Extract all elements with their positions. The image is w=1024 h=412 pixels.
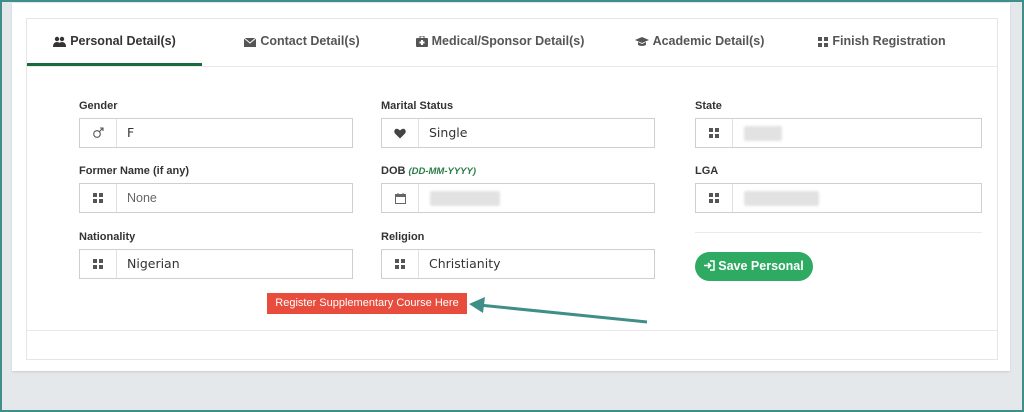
grid-icon xyxy=(80,184,117,212)
annotation-arrow xyxy=(469,297,648,324)
sign-in-icon xyxy=(704,253,716,282)
grid-icon xyxy=(80,250,117,278)
former-name-field[interactable]: None xyxy=(79,183,353,213)
redacted-dob xyxy=(430,191,500,206)
marital-status-field[interactable]: Single xyxy=(381,118,655,148)
gender-label: Gender xyxy=(79,100,118,112)
medkit-icon xyxy=(415,21,428,65)
grid-icon xyxy=(696,184,733,212)
state-label: State xyxy=(695,100,722,112)
gender-field[interactable]: F xyxy=(79,118,353,148)
former-name-value: None xyxy=(127,191,157,205)
marital-status-label: Marital Status xyxy=(381,100,454,112)
tab-label: Personal Detail(s) xyxy=(70,34,176,48)
tab-medical-sponsor-details[interactable]: Medical/Sponsor Detail(s) xyxy=(405,19,595,66)
nationality-label: Nationality xyxy=(79,231,136,243)
calendar-icon xyxy=(382,184,419,212)
religion-value: Christianity xyxy=(429,256,501,271)
nationality-value: Nigerian xyxy=(127,256,180,271)
save-personal-label: Save Personal xyxy=(718,259,804,273)
state-field[interactable] xyxy=(695,118,982,148)
grid-icon xyxy=(696,119,733,147)
lga-label: LGA xyxy=(695,165,719,177)
lga-field[interactable] xyxy=(695,183,982,213)
tab-personal-details[interactable]: Personal Detail(s) xyxy=(27,19,202,66)
former-name-label: Former Name (if any) xyxy=(79,165,190,177)
tab-label: Contact Detail(s) xyxy=(260,34,360,48)
tab-label: Academic Detail(s) xyxy=(652,34,765,48)
form-panel: Personal Detail(s) Contact Detail(s) Med… xyxy=(26,18,998,360)
gender-icon xyxy=(80,119,117,147)
redacted-lga xyxy=(744,191,819,206)
envelope-icon xyxy=(244,21,257,65)
dob-field[interactable] xyxy=(381,183,655,213)
panel-footer-divider xyxy=(27,330,997,331)
dob-label: DOB (DD-MM-YYYY) xyxy=(381,165,476,177)
redacted-state xyxy=(744,126,782,141)
tab-label: Medical/Sponsor Detail(s) xyxy=(431,34,585,48)
marital-status-value: Single xyxy=(429,125,468,140)
register-supplementary-course-button[interactable]: Register Supplementary Course Here xyxy=(267,293,467,314)
tab-academic-details[interactable]: Academic Detail(s) xyxy=(627,19,772,66)
religion-label: Religion xyxy=(381,231,425,243)
tab-label: Finish Registration xyxy=(832,34,946,48)
dob-format-hint: (DD-MM-YYYY) xyxy=(408,166,477,177)
religion-field[interactable]: Christianity xyxy=(381,249,655,279)
users-icon xyxy=(53,21,67,65)
registration-card: Personal Detail(s) Contact Detail(s) Med… xyxy=(12,3,1010,371)
graduation-cap-icon xyxy=(634,21,649,65)
tab-finish-registration[interactable]: Finish Registration xyxy=(812,19,952,66)
nationality-field[interactable]: Nigerian xyxy=(79,249,353,279)
grid-icon xyxy=(382,250,419,278)
grid-icon xyxy=(818,21,829,65)
tab-bar: Personal Detail(s) Contact Detail(s) Med… xyxy=(27,19,997,67)
divider xyxy=(695,232,982,233)
heart-icon xyxy=(382,119,419,147)
dob-label-text: DOB xyxy=(381,165,406,177)
save-personal-button[interactable]: Save Personal xyxy=(695,252,813,281)
tab-contact-details[interactable]: Contact Detail(s) xyxy=(227,19,377,66)
gender-value: F xyxy=(127,125,135,140)
